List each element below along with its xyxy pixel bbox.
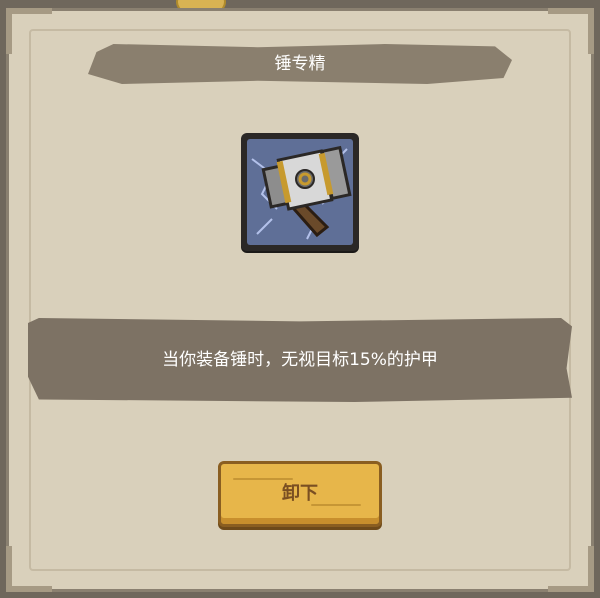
corner-ornament [6,8,52,54]
skill-description: 当你装备锤时，无视目标15%的护甲 [162,350,438,370]
corner-ornament [548,546,594,592]
unequip-button-label: 卸下 [282,483,318,504]
item-icon-background [247,139,353,245]
item-slot [241,133,359,251]
corner-ornament [548,8,594,54]
hammer-icon [251,145,352,240]
dialog-title: 锤专精 [274,54,326,74]
unequip-button[interactable]: 卸下 [218,461,382,527]
corner-ornament [6,546,52,592]
